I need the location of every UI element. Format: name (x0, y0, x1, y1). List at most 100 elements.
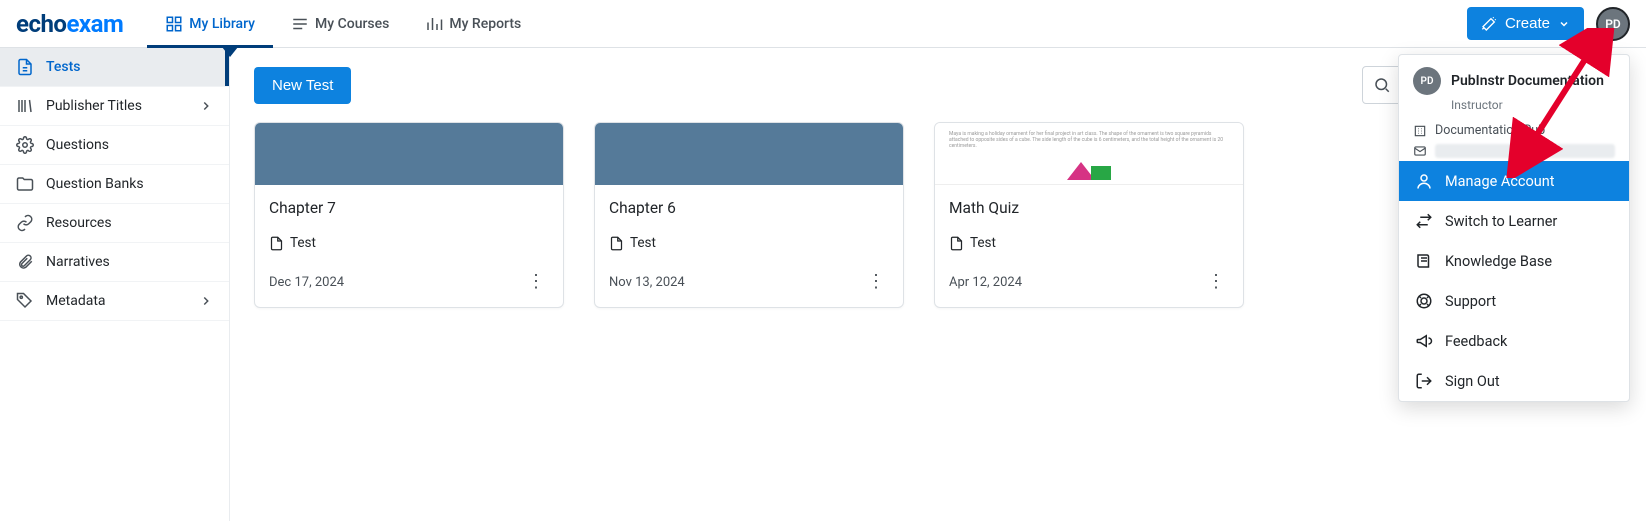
swap-icon (1415, 212, 1433, 230)
sidebar-item-tests[interactable]: Tests (0, 48, 229, 87)
avatar[interactable]: PD (1596, 7, 1630, 41)
profile-org-row: Documentation Pub (1399, 120, 1629, 141)
link-icon (16, 214, 34, 232)
test-card[interactable]: Chapter 7 Test Dec 17, 2024 ⋮ (254, 122, 564, 308)
new-test-button[interactable]: New Test (254, 67, 351, 104)
books-icon (16, 97, 34, 115)
menu-knowledge-base[interactable]: Knowledge Base (1399, 241, 1629, 281)
profile-name: PubInstr Documentation (1451, 73, 1604, 89)
file-icon (16, 58, 34, 76)
card-thumbnail: Maya is making a holiday ornament for he… (935, 123, 1243, 185)
sidebar-item-label: Questions (46, 137, 109, 153)
nav-label: My Reports (449, 16, 521, 32)
file-icon (269, 236, 284, 251)
card-body: Chapter 6 Test (595, 185, 903, 269)
card-type-label: Test (290, 235, 316, 251)
logo-part2: exam (66, 10, 123, 38)
kebab-menu-icon[interactable]: ⋮ (523, 269, 549, 295)
megaphone-icon (1415, 332, 1433, 350)
courses-icon (291, 15, 309, 33)
nav-my-reports[interactable]: My Reports (407, 0, 539, 47)
card-thumbnail (595, 123, 903, 185)
help-icon (1415, 292, 1433, 310)
tag-icon (16, 292, 34, 310)
card-footer: Apr 12, 2024 ⋮ (935, 269, 1243, 307)
sidebar-item-label: Narratives (46, 254, 110, 270)
signout-icon (1415, 372, 1433, 390)
menu-label: Manage Account (1445, 173, 1555, 190)
header-right: Create PD (1467, 7, 1630, 41)
sidebar-item-label: Question Banks (46, 176, 144, 192)
menu-feedback[interactable]: Feedback (1399, 321, 1629, 361)
menu-sign-out[interactable]: Sign Out (1399, 361, 1629, 401)
card-type: Test (269, 235, 549, 251)
card-title: Math Quiz (949, 199, 1229, 217)
create-label: Create (1505, 15, 1550, 32)
card-type-label: Test (630, 235, 656, 251)
header: echoexam My Library My Courses My Report… (0, 0, 1646, 48)
nav-tabs: My Library My Courses My Reports (147, 0, 539, 47)
file-icon (949, 236, 964, 251)
menu-label: Feedback (1445, 333, 1507, 350)
card-footer: Dec 17, 2024 ⋮ (255, 269, 563, 307)
test-card[interactable]: Chapter 6 Test Nov 13, 2024 ⋮ (594, 122, 904, 308)
sidebar: Tests Publisher Titles Questions Questio… (0, 48, 230, 521)
menu-label: Switch to Learner (1445, 213, 1557, 230)
nav-label: My Courses (315, 16, 389, 32)
sidebar-item-questions[interactable]: Questions (0, 126, 229, 165)
test-card[interactable]: Maya is making a holiday ornament for he… (934, 122, 1244, 308)
book-icon (1415, 252, 1433, 270)
card-title: Chapter 7 (269, 199, 549, 217)
card-date: Nov 13, 2024 (609, 275, 685, 290)
sidebar-item-question-banks[interactable]: Question Banks (0, 165, 229, 204)
file-icon (609, 236, 624, 251)
profile-header: PD PubInstr Documentation Instructor (1399, 55, 1629, 120)
nav-my-library[interactable]: My Library (147, 0, 273, 47)
sidebar-item-label: Publisher Titles (46, 98, 142, 114)
card-body: Math Quiz Test (935, 185, 1243, 269)
logo[interactable]: echoexam (16, 10, 123, 38)
reports-icon (425, 15, 443, 33)
profile-avatar: PD (1413, 67, 1441, 95)
sidebar-item-label: Tests (46, 59, 80, 75)
nav-label: My Library (189, 16, 255, 32)
kebab-menu-icon[interactable]: ⋮ (863, 269, 889, 295)
card-body: Chapter 7 Test (255, 185, 563, 269)
profile-email-redacted (1435, 144, 1615, 158)
menu-manage-account[interactable]: Manage Account (1399, 161, 1629, 201)
menu-label: Knowledge Base (1445, 253, 1552, 270)
sidebar-item-narratives[interactable]: Narratives (0, 243, 229, 282)
chevron-right-icon (199, 294, 213, 308)
card-type-label: Test (970, 235, 996, 251)
menu-switch-learner[interactable]: Switch to Learner (1399, 201, 1629, 241)
card-thumbnail (255, 123, 563, 185)
sidebar-item-label: Metadata (46, 293, 106, 309)
profile-dropdown: PD PubInstr Documentation Instructor Doc… (1398, 54, 1630, 402)
chevron-down-icon (1558, 18, 1570, 30)
building-icon (1413, 124, 1427, 138)
kebab-menu-icon[interactable]: ⋮ (1203, 269, 1229, 295)
nav-my-courses[interactable]: My Courses (273, 0, 407, 47)
menu-label: Sign Out (1445, 373, 1500, 390)
mail-icon (1413, 144, 1427, 158)
profile-role: Instructor (1451, 98, 1615, 112)
card-type: Test (949, 235, 1229, 251)
card-date: Dec 17, 2024 (269, 275, 344, 290)
gear-icon (16, 136, 34, 154)
menu-label: Support (1445, 293, 1496, 310)
profile-org: Documentation Pub (1435, 123, 1545, 138)
sidebar-item-resources[interactable]: Resources (0, 204, 229, 243)
menu-support[interactable]: Support (1399, 281, 1629, 321)
sidebar-item-label: Resources (46, 215, 112, 231)
chevron-right-icon (199, 99, 213, 113)
card-footer: Nov 13, 2024 ⋮ (595, 269, 903, 307)
thumbnail-shapes (1067, 162, 1111, 180)
create-button[interactable]: Create (1467, 7, 1584, 40)
sidebar-item-metadata[interactable]: Metadata (0, 282, 229, 321)
active-tab-pointer (222, 47, 238, 57)
sidebar-item-publisher-titles[interactable]: Publisher Titles (0, 87, 229, 126)
folder-icon (16, 175, 34, 193)
logo-part1: echo (16, 10, 66, 38)
card-title: Chapter 6 (609, 199, 889, 217)
library-icon (165, 15, 183, 33)
